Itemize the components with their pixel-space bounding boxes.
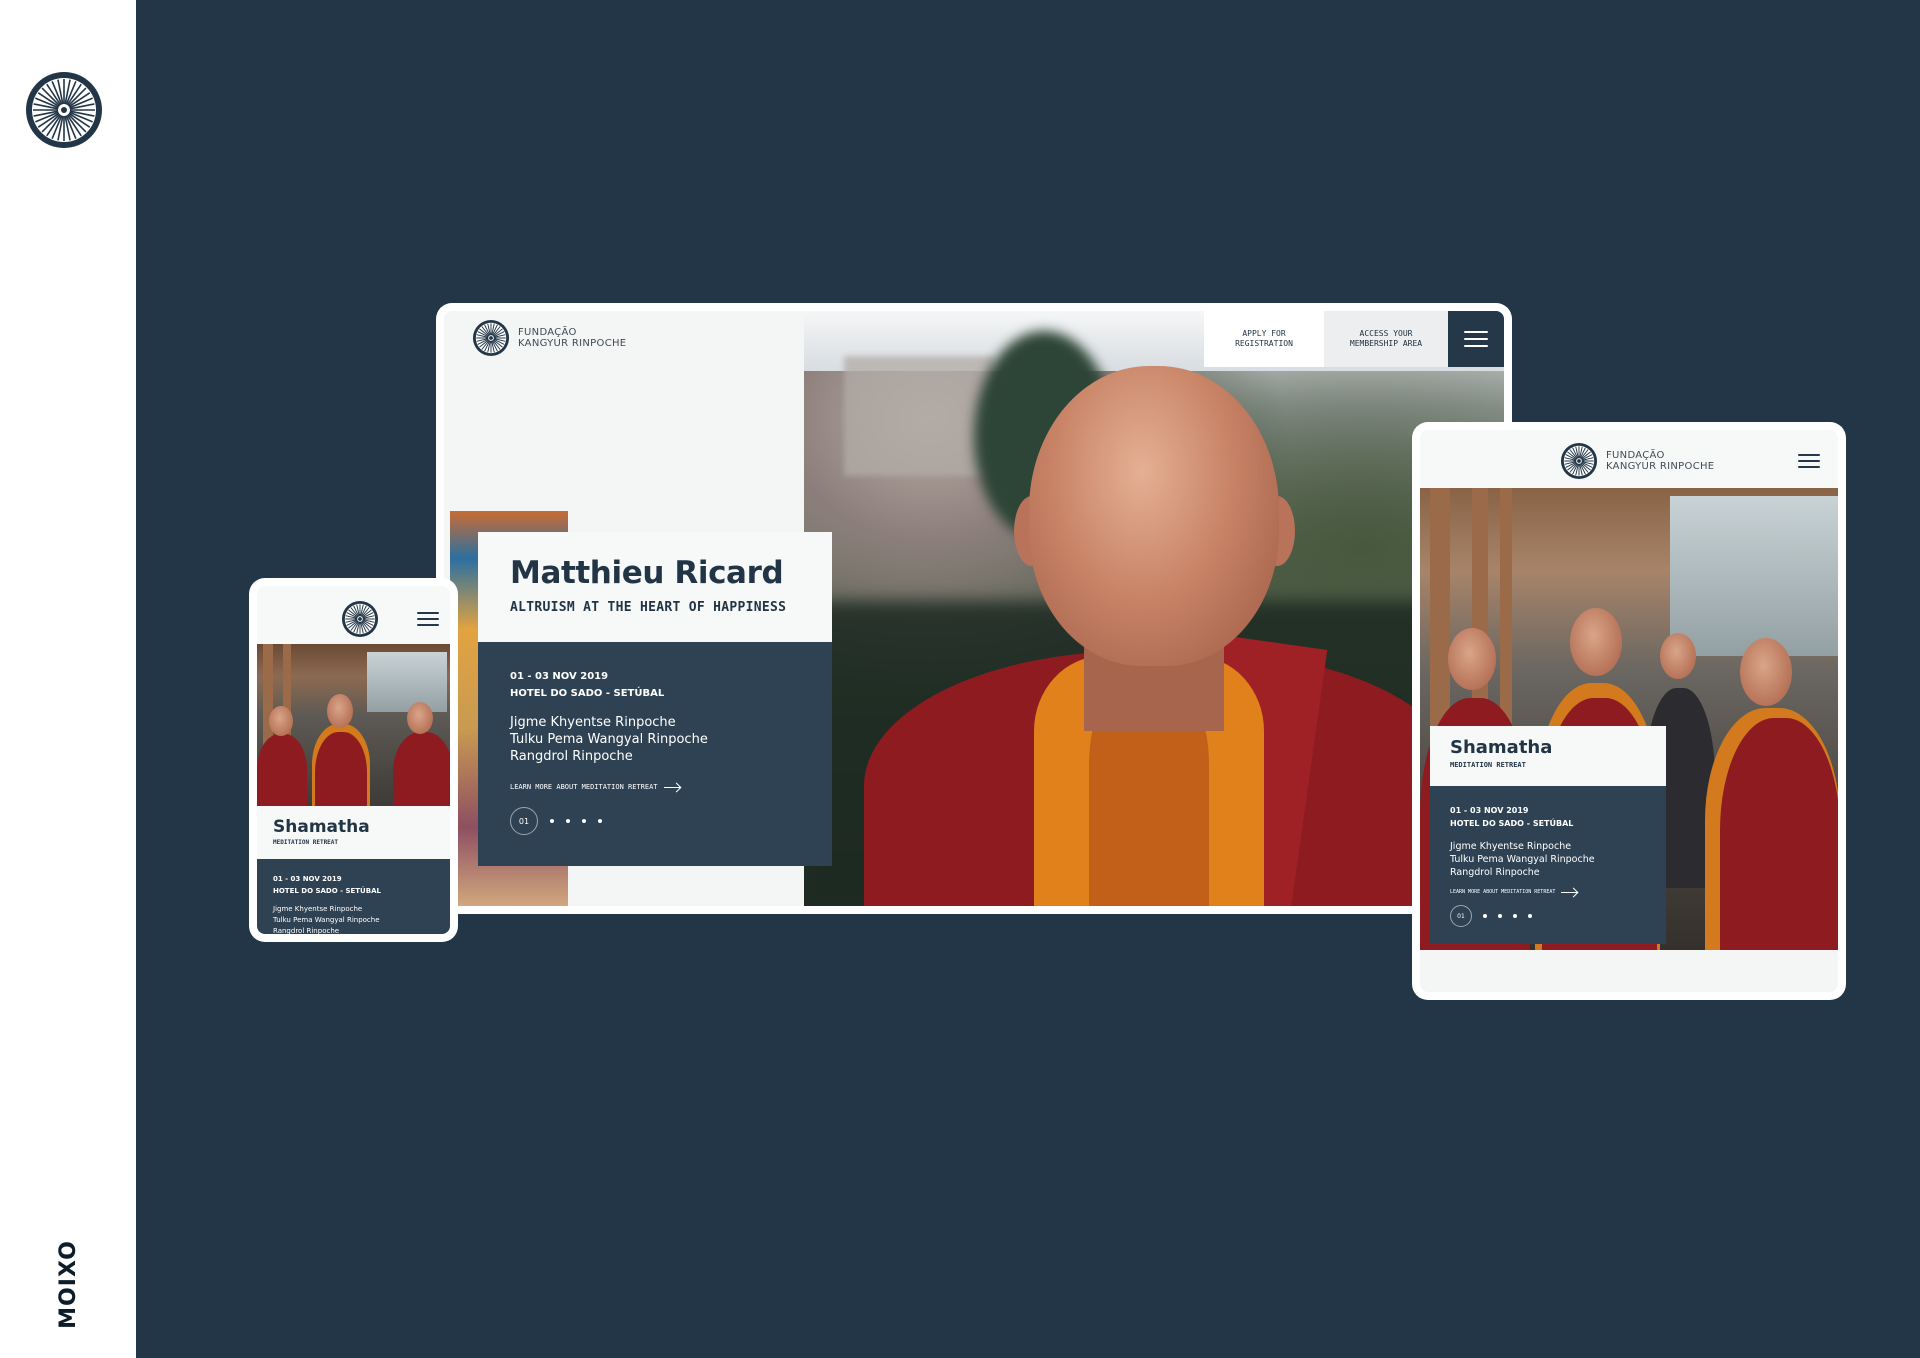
mobile-card-heading: Shamatha MEDITATION RETREAT [257,806,450,859]
event-venue: HOTEL DO SADO - SETÚBAL [1450,819,1574,828]
learn-more-link[interactable]: LEARN MORE ABOUT MEDITATION RETREAT [510,783,800,791]
tablet-mockup: FUNDAÇÃO KANGYUR RINPOCHE Shamatha MEDIT… [1412,422,1846,1000]
retreat-title: Shamatha [273,817,370,837]
dharma-wheel-icon[interactable] [341,600,379,638]
hero-card-details: 01 - 03 NOV 2019 HOTEL DO SADO - SETÚBAL… [478,642,832,866]
hamburger-menu-icon [1464,331,1488,347]
current-slide-indicator[interactable]: 01 [1450,905,1472,927]
teacher-name: Tulku Pema Wangyal Rinpoche [273,916,380,924]
mobile-header [257,586,450,644]
left-sidebar: MOIXO [0,0,136,1358]
mobile-card-details: 01 - 03 NOV 2019 HOTEL DO SADO - SETÚBAL… [257,859,450,934]
slide-dot[interactable] [566,819,570,823]
slide-dot[interactable] [550,819,554,823]
dharma-wheel-icon [472,319,510,357]
hero-title: Matthieu Ricard [510,555,784,591]
teachers-list: Jigme Khyentse Rinpoche Tulku Pema Wangy… [273,904,434,934]
slide-dot[interactable] [582,819,586,823]
site-logo[interactable]: FUNDAÇÃO KANGYUR RINPOCHE [1560,442,1714,480]
retreat-photo-monks [257,644,450,806]
event-date: 01 - 03 NOV 2019 [1450,806,1529,815]
slide-dot[interactable] [1528,914,1532,918]
presentation-board: MOIXO FUNDAÇÃO KANGYUR RINPOCHE APPLY FO… [0,0,1920,1358]
apply-registration-link[interactable]: APPLY FOR REGISTRATION [1204,311,1324,367]
tablet-header: FUNDAÇÃO KANGYUR RINPOCHE [1420,430,1838,488]
teacher-name: Rangdrol Rinpoche [273,927,340,934]
site-logo[interactable]: FUNDAÇÃO KANGYUR RINPOCHE [472,319,626,357]
teacher-name: Tulku Pema Wangyal Rinpoche [510,732,708,747]
desktop-screen: FUNDAÇÃO KANGYUR RINPOCHE APPLY FOR REGIS… [444,311,1504,906]
retreat-title: Shamatha [1450,737,1553,758]
desktop-mockup: FUNDAÇÃO KANGYUR RINPOCHE APPLY FOR REGIS… [436,303,1512,914]
top-navigation: APPLY FOR REGISTRATION ACCESS YOUR MEMBERS… [1204,311,1504,367]
event-date: 01 - 03 NOV 2019 [510,671,609,682]
dharma-wheel-icon [1560,442,1598,480]
teachers-list: Jigme Khyentse Rinpoche Tulku Pema Wangy… [1450,840,1646,879]
teacher-name: Rangdrol Rinpoche [510,749,633,764]
tablet-card-heading: Shamatha MEDITATION RETREAT [1430,726,1666,786]
teacher-name: Jigme Khyentse Rinpoche [1450,841,1572,852]
hero-photo-matthieu-ricard [804,311,1504,906]
hamburger-menu-icon[interactable] [417,612,439,626]
menu-button[interactable] [1448,311,1504,367]
retreat-subtitle: MEDITATION RETREAT [1450,761,1526,769]
slide-dot[interactable] [1498,914,1502,918]
membership-area-link[interactable]: ACCESS YOUR MEMBERSHIP AREA [1324,311,1448,367]
logo-wordmark: FUNDAÇÃO KANGYUR RINPOCHE [518,327,627,349]
learn-more-link[interactable]: LEARN MORE ABOUT MEDITATION RETREAT [1450,889,1646,895]
slide-dot[interactable] [1483,914,1487,918]
tablet-card-details: 01 - 03 NOV 2019 HOTEL DO SADO - SETÚBAL… [1430,786,1666,944]
arrow-right-icon [663,786,680,788]
slider-pagination: 01 [1450,905,1646,927]
dharma-wheel-icon [26,72,102,148]
mobile-mockup: Shamatha MEDITATION RETREAT 01 - 03 NOV … [249,578,458,942]
current-slide-indicator[interactable]: 01 [510,807,538,835]
mobile-screen: Shamatha MEDITATION RETREAT 01 - 03 NOV … [257,586,450,934]
slider-pagination: 01 [510,807,800,835]
teacher-name: Jigme Khyentse Rinpoche [273,905,363,913]
arrow-right-icon [1561,891,1578,893]
slide-dot[interactable] [1513,914,1517,918]
logo-wordmark: FUNDAÇÃO KANGYUR RINPOCHE [1606,450,1715,472]
event-venue: HOTEL DO SADO - SETÚBAL [273,887,381,895]
retreat-subtitle: MEDITATION RETREAT [273,839,339,846]
teacher-name: Rangdrol Rinpoche [1450,867,1540,878]
slide-dot[interactable] [598,819,602,823]
teacher-name: Jigme Khyentse Rinpoche [510,715,676,730]
teacher-name: Tulku Pema Wangyal Rinpoche [1450,854,1595,865]
event-date: 01 - 03 NOV 2019 [273,875,342,883]
brand-wordmark: MOIXO [55,1240,81,1329]
hamburger-menu-icon[interactable] [1798,454,1820,468]
event-venue: HOTEL DO SADO - SETÚBAL [510,688,665,699]
tablet-screen: FUNDAÇÃO KANGYUR RINPOCHE Shamatha MEDIT… [1420,430,1838,992]
hero-subtitle: ALTRUISM AT THE HEART OF HAPPINESS [510,600,787,615]
teachers-list: Jigme Khyentse Rinpoche Tulku Pema Wangy… [510,714,800,765]
hero-card-heading: Matthieu Ricard ALTRUISM AT THE HEART OF… [478,532,832,642]
